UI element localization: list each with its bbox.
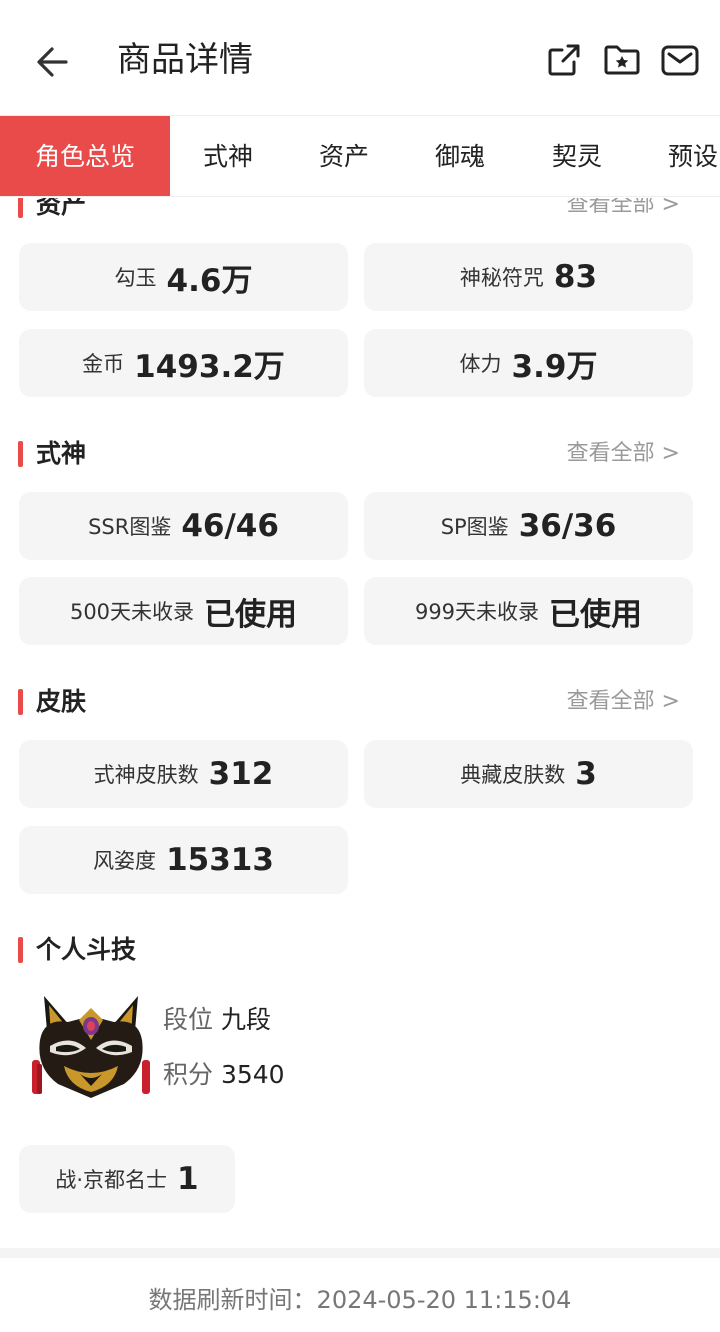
stat-label: 999天未收录 [414,600,540,624]
stat-card-ssr-collection: SSR图鉴 46/46 [19,492,348,560]
divider [0,1248,720,1258]
tab-overview[interactable]: 角色总览 [0,116,170,196]
folder-star-icon[interactable] [602,40,642,80]
stat-card-elegance: 风姿度 15313 [19,826,348,894]
stat-label: 勾玉 [114,266,157,290]
tab-presets[interactable]: 预设 [668,116,718,196]
stat-label: SP图鉴 [440,515,509,539]
refresh-time: 数据刷新时间：2024-05-20 11:15:04 [148,1286,572,1314]
stat-label: 体力 [459,352,502,376]
tab-assets[interactable]: 资产 [319,116,369,196]
view-all-skins-link[interactable]: 查看全部 > [567,685,680,719]
share-icon[interactable] [544,40,584,80]
stat-value: 1493.2万 [134,348,285,385]
stat-value: 3 [575,756,597,792]
view-all-assets-link[interactable]: 查看全部 > [567,198,680,222]
view-all-shikigami-link[interactable]: 查看全部 > [567,437,680,471]
tab-shikigami[interactable]: 式神 [203,116,253,196]
back-arrow-icon[interactable] [30,38,78,86]
stat-card-stamina: 体力 3.9万 [364,329,693,397]
stat-value: 312 [208,756,274,792]
stat-card-mystery-amulet: 神秘符咒 83 [364,243,693,311]
fox-mask-rank-icon [32,996,150,1098]
top-bar: 商品详情 [0,0,720,115]
stat-card-shikigami-skins: 式神皮肤数 312 [19,740,348,808]
stat-label: 金币 [82,352,125,376]
stat-value: 36/36 [518,508,617,544]
section-title-assets: 资产 [18,198,86,222]
stat-value: 已使用 [549,596,643,633]
section-title-skins: 皮肤 [18,685,86,719]
rank-value: 九段 [220,1005,271,1034]
stat-value: 4.6万 [166,262,253,299]
category-tabs: 角色总览 式神 资产 御魂 契灵 预设 [0,115,720,197]
section-title-shikigami: 式神 [18,437,86,471]
stat-value: 46/46 [181,508,279,544]
stat-value: 1 [177,1161,199,1197]
stat-label: 风姿度 [93,849,157,873]
score-value: 3540 [220,1060,285,1089]
stat-value: 15313 [166,842,274,878]
stat-value: 已使用 [204,596,298,633]
stat-label: 典藏皮肤数 [460,763,566,787]
stat-card-500-days: 500天未收录 已使用 [19,577,348,645]
stat-label: 神秘符咒 [459,266,544,290]
page-title: 商品详情 [117,40,253,80]
rank-label: 段位 [163,1005,214,1034]
stat-label: 500天未收录 [69,600,195,624]
mail-icon[interactable] [660,40,700,80]
score-line: 积分 3540 [163,1058,285,1092]
stat-card-sp-collection: SP图鉴 36/36 [364,492,693,560]
tab-contract-spirit[interactable]: 契灵 [552,116,602,196]
stat-card-gold: 金币 1493.2万 [19,329,348,397]
stat-label: 式神皮肤数 [93,763,199,787]
stat-card-kyoto-celebrity: 战·京都名士 1 [19,1145,235,1213]
stat-value: 3.9万 [511,348,598,385]
stat-label: SSR图鉴 [88,515,172,539]
stat-card-gouyu: 勾玉 4.6万 [19,243,348,311]
stat-value: 83 [553,259,598,295]
rank-line: 段位 九段 [163,1003,271,1037]
score-label: 积分 [163,1060,214,1089]
stat-card-999-days: 999天未收录 已使用 [364,577,693,645]
tab-mitama[interactable]: 御魂 [435,116,485,196]
stat-label: 战·京都名士 [55,1168,168,1192]
section-title-arena: 个人斗技 [18,933,136,967]
stat-card-collector-skins: 典藏皮肤数 3 [364,740,693,808]
assets-section-header: 资产 查看全部 > [0,198,720,228]
